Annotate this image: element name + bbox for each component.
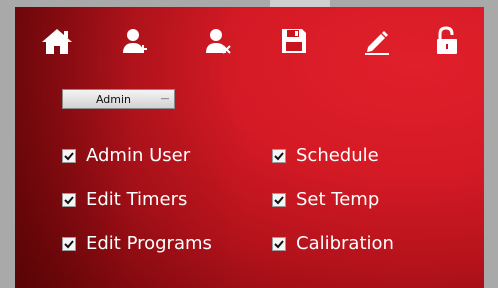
permission-admin-user[interactable]: Admin User [62,145,190,166]
permission-label: Schedule [296,145,379,166]
permission-label: Edit Timers [86,189,188,210]
checkmark-icon [274,195,284,204]
permission-schedule[interactable]: Schedule [272,145,379,166]
permission-label: Admin User [86,145,191,166]
checkmark-icon [64,239,74,248]
checkbox[interactable] [272,236,286,251]
checkmark-icon [274,151,284,160]
save-button[interactable] [272,19,316,63]
dropdown-arrow-icon[interactable]: — [158,91,172,107]
checkbox[interactable] [62,192,76,207]
role-dropdown-value: Admin [95,92,132,106]
checkmark-icon [274,239,284,248]
unlock-icon [437,26,457,54]
role-dropdown[interactable]: Admin — [62,89,175,109]
permission-edit-programs[interactable]: Edit Programs [62,233,212,254]
checkbox[interactable] [62,236,76,251]
edit-button[interactable] [355,19,399,63]
app-frame: Admin — Admin User Edit Timers Edit Prog… [0,0,498,288]
permission-label: Edit Programs [86,233,212,254]
permission-edit-timers[interactable]: Edit Timers [62,189,187,210]
unlock-button[interactable] [426,19,470,63]
remove-user-button[interactable] [197,19,241,63]
checkbox[interactable] [272,192,286,207]
user-permissions-panel: Admin — Admin User Edit Timers Edit Prog… [15,7,484,288]
checkmark-icon [64,195,74,204]
add-user-icon [123,29,147,53]
home-icon [42,29,72,54]
save-icon [282,29,306,53]
remove-user-icon [206,29,231,54]
home-button[interactable] [35,19,79,63]
permission-calibration[interactable]: Calibration [272,233,394,254]
toolbar [15,19,484,63]
add-user-button[interactable] [114,19,158,63]
edit-icon [365,31,389,55]
checkbox[interactable] [272,148,286,163]
permission-label: Calibration [296,233,394,254]
permission-set-temp[interactable]: Set Temp [272,189,379,210]
checkmark-icon [64,151,74,160]
permission-label: Set Temp [296,189,380,210]
checkbox[interactable] [62,148,76,163]
